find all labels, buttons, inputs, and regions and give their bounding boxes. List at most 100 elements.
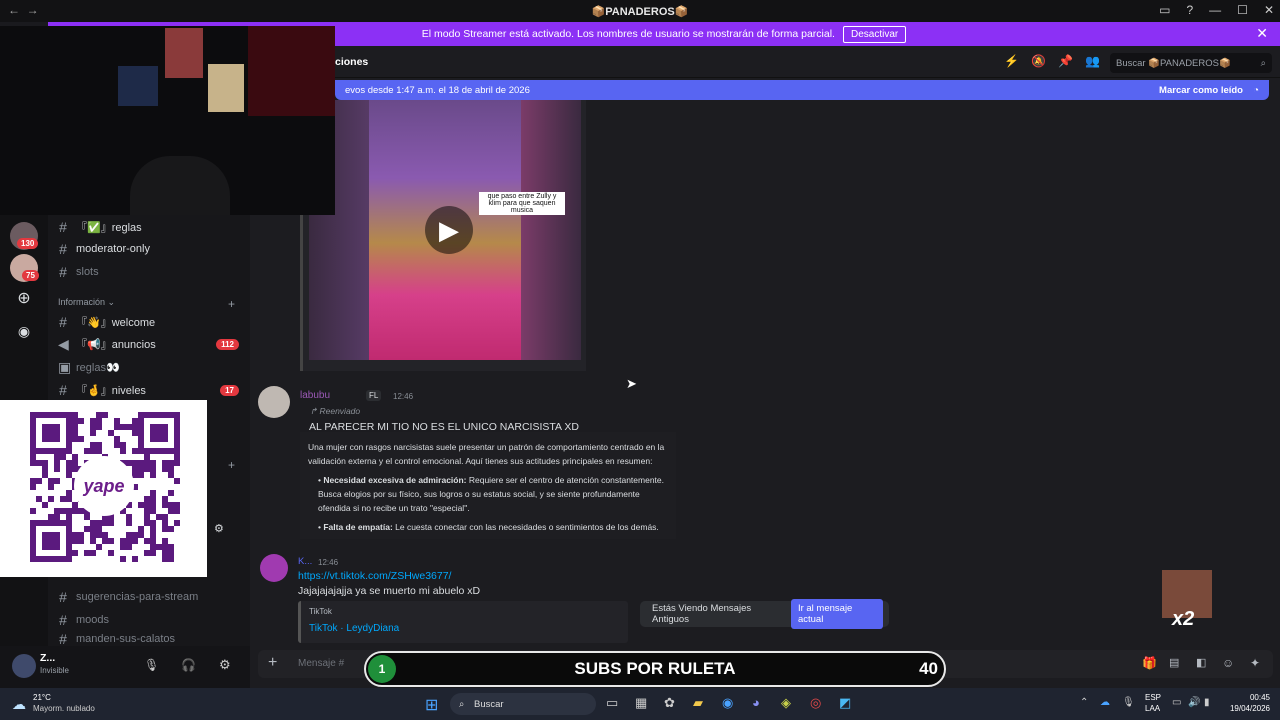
store-icon[interactable]: ▦ xyxy=(635,695,647,711)
channel-niveles[interactable]: # 『🤞』niveles 17 xyxy=(58,380,243,400)
message-author[interactable]: labubu xyxy=(300,390,330,401)
category-informacion[interactable]: Información ⌄ + xyxy=(58,297,243,311)
close-icon[interactable]: ✕ xyxy=(1256,25,1268,42)
video-embed[interactable]: que paso entre Zully y klim para que saq… xyxy=(300,100,586,371)
windows-start-icon[interactable]: ⊞ xyxy=(425,695,438,715)
bullet-text: Le cuesta conectar con las necesidades o… xyxy=(392,522,659,532)
gift-icon[interactable]: 🎁 xyxy=(1142,656,1157,670)
emote-overlay: x2 xyxy=(1162,570,1212,632)
play-icon[interactable]: ▶ xyxy=(425,206,473,254)
channel-welcome[interactable]: # 『👋』welcome xyxy=(58,312,243,332)
title-bar: ← → 📦PANADEROS📦 ▭ ? — ☐ ✕ xyxy=(0,0,1280,22)
forwarded-text: Reenviado xyxy=(319,406,361,416)
mark-read-button[interactable]: Marcar como leído xyxy=(1159,85,1243,96)
discover-icon[interactable]: ◉ xyxy=(10,318,38,346)
help-icon[interactable]: ? xyxy=(1186,3,1193,17)
add-server-icon[interactable]: ⊕ xyxy=(10,286,38,314)
search-input[interactable]: Buscar 📦PANADEROS📦 ⌕ xyxy=(1110,53,1272,73)
jump-present-button[interactable]: Ir al mensaje actual xyxy=(790,599,883,629)
qr-code: yape xyxy=(0,400,207,577)
mic-icon[interactable]: 🎙 xyxy=(144,658,159,672)
battery-icon[interactable]: ▮ xyxy=(1204,697,1210,708)
old-messages-notice: Estás Viendo Mensajes Antiguos Ir al men… xyxy=(640,599,889,629)
copilot-icon[interactable]: ✿ xyxy=(664,695,675,711)
attach-icon[interactable]: + xyxy=(268,654,277,672)
pin-icon[interactable]: 📌 xyxy=(1058,54,1073,68)
clock-date[interactable]: 19/04/2026 xyxy=(1222,704,1270,713)
close-icon[interactable]: ✕ xyxy=(1264,3,1274,17)
add-channel-icon[interactable]: + xyxy=(228,297,235,311)
avatar[interactable] xyxy=(12,654,36,678)
volume-icon[interactable]: 🔊 xyxy=(1188,697,1200,708)
chevron-up-icon[interactable]: ⌃ xyxy=(1080,697,1088,708)
maximize-icon[interactable]: ☐ xyxy=(1237,3,1248,17)
person-silhouette xyxy=(130,156,230,215)
clock-time[interactable]: 00:45 xyxy=(1226,693,1270,702)
channel-moderator-only[interactable]: # moderator-only xyxy=(58,239,243,259)
gear-icon[interactable]: ⚙ xyxy=(219,657,231,673)
cloud-icon[interactable]: ☁ xyxy=(1100,697,1110,708)
members-icon[interactable]: 👥 xyxy=(1085,54,1100,68)
apps-icon[interactable]: ✦ xyxy=(1250,656,1260,670)
forwarded-content: Una mujer con rasgos narcisistas suele p… xyxy=(300,432,676,539)
channel-anuncios[interactable]: ◀ 『📢』anuncios 112 xyxy=(58,334,243,354)
hash-icon: # xyxy=(59,632,67,646)
headphones-icon[interactable]: 🎧 xyxy=(181,658,196,672)
message-author[interactable]: K... xyxy=(298,556,312,567)
emoji-icon[interactable]: ☺ xyxy=(1222,656,1234,670)
edge-icon[interactable]: ◉ xyxy=(722,695,733,711)
channel-label: reglas👀 xyxy=(76,361,120,374)
window-controls[interactable]: ▭ ? — ☐ ✕ xyxy=(1159,3,1274,17)
server-badge: 75 xyxy=(22,270,39,281)
inbox-icon[interactable]: ▭ xyxy=(1159,3,1170,17)
channel-reglas[interactable]: # 『✅』reglas xyxy=(58,217,243,237)
discord-icon[interactable]: ◕ xyxy=(752,695,760,710)
deactivate-button[interactable]: Desactivar xyxy=(842,25,907,43)
channel-moods[interactable]: # moods xyxy=(58,610,243,630)
threads-icon[interactable]: ⚡ xyxy=(1004,54,1019,68)
app-icon[interactable]: ◈ xyxy=(781,695,791,711)
message-time: 12:46 xyxy=(393,392,414,401)
lang-code[interactable]: ESP xyxy=(1145,693,1161,702)
channel-slots[interactable]: # slots xyxy=(58,262,243,282)
mic-icon[interactable]: 🎙 xyxy=(1122,697,1135,708)
emote-multiplier: x2 xyxy=(1172,608,1195,630)
taskbar-search-label: Buscar xyxy=(474,698,504,710)
folder-icon[interactable]: ▰ xyxy=(693,695,703,711)
add-channel-icon[interactable]: + xyxy=(228,458,235,472)
search-icon: ⌕ xyxy=(459,698,465,710)
bullet-item: • Falta de empatía: Le cuesta conectar c… xyxy=(318,522,659,532)
network-icon[interactable]: ▭ xyxy=(1172,697,1181,708)
lang-variant[interactable]: LAA xyxy=(1145,704,1160,713)
app-icon[interactable]: ◩ xyxy=(839,695,851,711)
category-label: Información xyxy=(58,297,106,307)
embed-provider: TikTok xyxy=(309,607,332,616)
bullet-item: • Necesidad excesiva de admiración: Requ… xyxy=(318,475,665,513)
app-icon[interactable]: ◎ xyxy=(810,695,821,711)
weather-icon[interactable]: ☁ xyxy=(12,696,26,713)
message-link[interactable]: https://vt.tiktok.com/ZSHwe3677/ xyxy=(298,570,451,582)
channel-label: moods xyxy=(76,614,110,626)
channel-label: 『📢』anuncios xyxy=(76,339,156,351)
unread-badge: 17 xyxy=(220,384,239,396)
bullet-title: Necesidad excesiva de admiración: xyxy=(323,475,467,485)
task-view-icon[interactable]: ▭ xyxy=(606,695,618,711)
taskbar-search[interactable]: ⌕ Buscar xyxy=(450,693,596,715)
link-embed: TikTok TikTok · LeydyDiana xyxy=(298,601,628,643)
user-status: Invisible xyxy=(40,666,69,675)
new-messages-bar[interactable]: evos desde 1:47 a.m. el 18 de abril de 2… xyxy=(335,80,1269,100)
hash-icon: # xyxy=(59,314,67,330)
sticker-icon[interactable]: ◧ xyxy=(1196,656,1206,669)
channel-reglas-2[interactable]: ▣ reglas👀 xyxy=(58,357,243,377)
mute-icon[interactable]: 🔕 xyxy=(1031,54,1046,68)
channel-sugerencias[interactable]: # sugerencias-para-stream xyxy=(58,587,243,607)
channel-manden[interactable]: # manden-sus-calatos xyxy=(58,632,243,646)
avatar[interactable] xyxy=(258,386,290,418)
channel-label: moderator-only xyxy=(76,243,150,255)
member-settings-icon[interactable]: ⚙ xyxy=(214,522,224,535)
minimize-icon[interactable]: — xyxy=(1209,3,1221,17)
avatar[interactable] xyxy=(260,554,288,582)
weather-desc: Mayorm. nublado xyxy=(33,704,95,713)
gif-icon[interactable]: ▤ xyxy=(1169,656,1179,669)
embed-title[interactable]: TikTok · LeydyDiana xyxy=(309,623,399,634)
